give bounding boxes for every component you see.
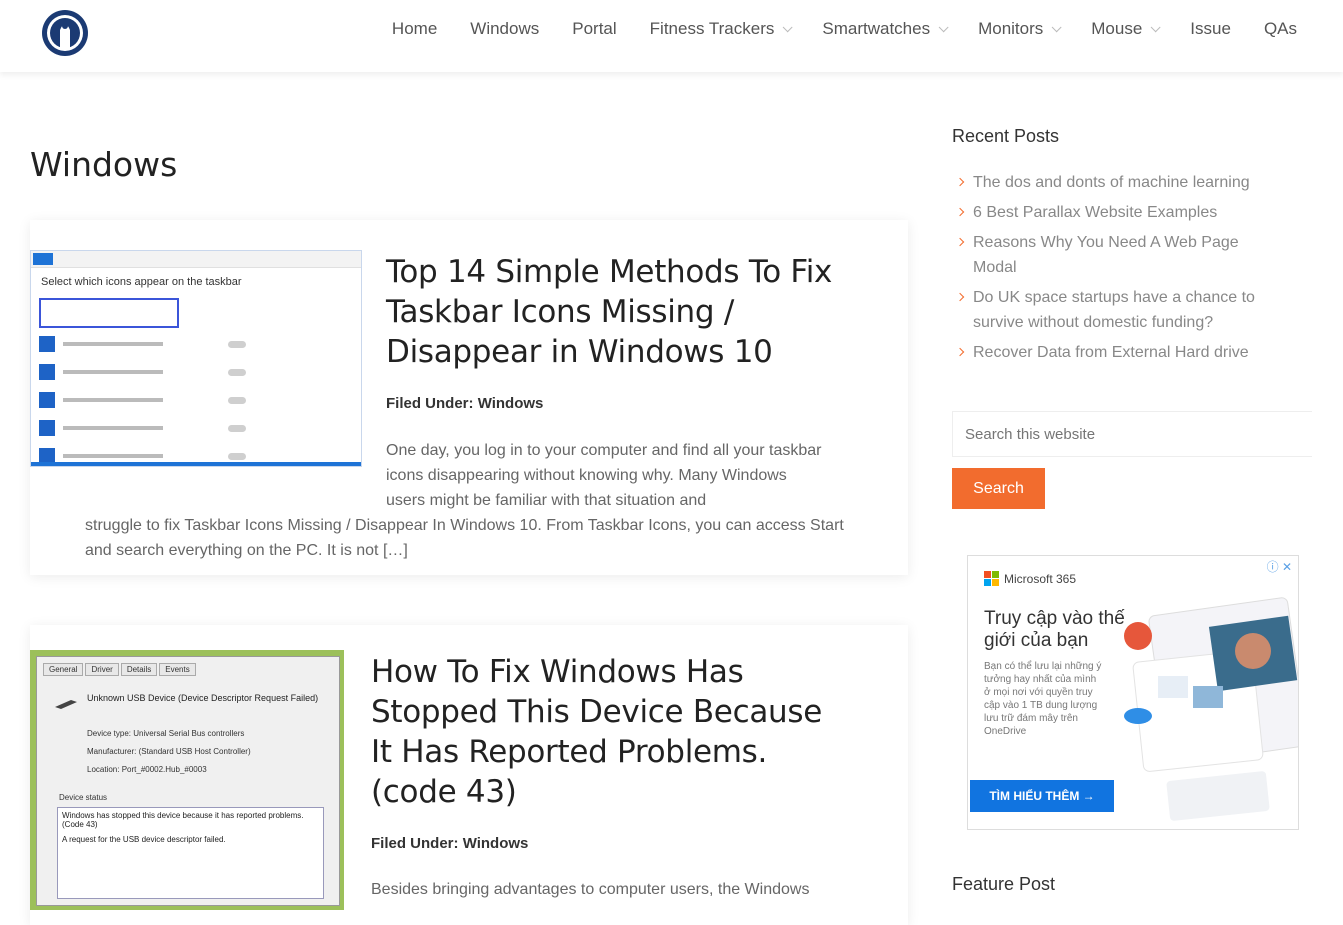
chevron-right-icon: [955, 237, 965, 247]
nav-smartwatches[interactable]: Smartwatches: [822, 16, 949, 42]
page-title: Windows: [30, 145, 178, 184]
nav-issue[interactable]: Issue: [1190, 16, 1231, 42]
toggle-icon: [228, 452, 246, 460]
toggle-icon: [228, 396, 246, 404]
filed-under-label: Filed Under:: [371, 835, 459, 852]
nav-home[interactable]: Home: [392, 16, 437, 42]
toggle-icon: [228, 424, 246, 432]
nav-qas[interactable]: QAs: [1264, 16, 1297, 42]
ad-cta-button[interactable]: TÌM HIỂU THÊM →: [970, 780, 1114, 812]
chevron-right-icon: [955, 207, 965, 217]
post-title[interactable]: How To Fix Windows Has Stopped This Devi…: [371, 652, 841, 812]
post-title[interactable]: Top 14 Simple Methods To Fix Taskbar Ico…: [386, 252, 856, 372]
post-meta: Filed Under: Windows: [386, 395, 543, 412]
nav-portal[interactable]: Portal: [572, 16, 616, 42]
highlight-box: [39, 298, 179, 328]
status-line: A request for the USB device descriptor …: [62, 835, 226, 844]
device-prop: Manufacturer: (Standard USB Host Control…: [87, 747, 251, 756]
recent-post-link[interactable]: Recover Data from External Hard drive: [955, 340, 1295, 365]
site-logo-icon[interactable]: [40, 8, 90, 58]
recent-post-link[interactable]: Do UK space startups have a chance to su…: [955, 285, 1293, 335]
nav-windows[interactable]: Windows: [470, 16, 539, 42]
settings-row: [39, 414, 361, 442]
text-line: [63, 370, 163, 374]
settings-row: [39, 330, 361, 358]
device-properties-dialog: General Driver Details Events Unknown US…: [36, 656, 340, 906]
chevron-right-icon: [955, 177, 965, 187]
dialog-tab: Events: [159, 663, 196, 676]
ad-body: Bạn có thể lưu lại những ý tưởng hay nhấ…: [984, 661, 1102, 737]
post-card: Select which icons appear on the taskbar…: [30, 220, 908, 575]
nav-mouse[interactable]: Mouse: [1091, 16, 1161, 42]
app-icon: [39, 336, 55, 352]
thumbnail-heading: Select which icons appear on the taskbar: [41, 276, 242, 288]
taskbar-strip: [31, 462, 361, 466]
app-icon: [39, 420, 55, 436]
chevron-down-icon: [938, 21, 949, 32]
toggle-icon: [228, 368, 246, 376]
status-line: Windows has stopped this device because …: [62, 811, 304, 829]
settings-row: [39, 386, 361, 414]
device-name: Unknown USB Device (Device Descriptor Re…: [87, 693, 319, 703]
dialog-tab: Driver: [85, 663, 119, 676]
settings-row: [39, 358, 361, 386]
chevron-down-icon: [1150, 21, 1161, 32]
post-excerpt: Besides bringing advantages to computer …: [371, 881, 810, 898]
post-card: General Driver Details Events Unknown US…: [30, 625, 908, 925]
window-titlebar: [31, 251, 361, 268]
post-thumbnail[interactable]: General Driver Details Events Unknown US…: [30, 650, 344, 910]
recent-post-link[interactable]: The dos and donts of machine learning: [955, 170, 1295, 195]
text-line: [63, 342, 163, 346]
nav-fitness-trackers[interactable]: Fitness Trackers: [650, 16, 793, 42]
ad-close-icon[interactable]: ⓘ ✕: [1267, 558, 1292, 575]
dialog-tabs: General Driver Details Events: [37, 657, 339, 676]
advertisement[interactable]: Microsoft 365 ⓘ ✕ Truy cập vào thế giới …: [967, 555, 1299, 830]
chevron-down-icon: [1051, 21, 1062, 32]
chevron-right-icon: [955, 347, 965, 357]
post-thumbnail[interactable]: Select which icons appear on the taskbar: [30, 250, 362, 467]
back-icon: [33, 253, 53, 265]
ad-brand: Microsoft 365: [984, 571, 1076, 586]
dialog-tab: Details: [120, 663, 158, 676]
category-link[interactable]: Windows: [478, 395, 544, 412]
device-status-label: Device status: [59, 793, 108, 802]
toggle-icon: [228, 340, 246, 348]
feature-post-heading: Feature Post: [952, 874, 1056, 894]
post-excerpt: One day, you log in to your computer and…: [386, 442, 822, 509]
site-header: Home Windows Portal Fitness Trackers Sma…: [0, 0, 1343, 72]
recent-post-link[interactable]: Reasons Why You Need A Web Page Modal: [955, 230, 1273, 280]
chevron-down-icon: [783, 21, 793, 32]
category-link[interactable]: Windows: [463, 835, 529, 852]
search-button[interactable]: Search: [952, 468, 1045, 509]
recent-posts-heading: Recent Posts: [952, 126, 1060, 146]
post-meta: Filed Under: Windows: [371, 835, 528, 852]
text-line: [63, 426, 163, 430]
recent-post-link[interactable]: 6 Best Parallax Website Examples: [955, 200, 1295, 225]
nav-monitors[interactable]: Monitors: [978, 16, 1062, 42]
filed-under-label: Filed Under:: [386, 395, 474, 412]
dialog-tab: General: [43, 663, 84, 676]
text-line: [63, 398, 163, 402]
device-status-box: Windows has stopped this device because …: [57, 807, 324, 899]
recent-posts-list: The dos and donts of machine learning 6 …: [955, 170, 1295, 370]
search-input[interactable]: [952, 411, 1312, 457]
device-prop: Device type: Universal Serial Bus contro…: [87, 729, 245, 738]
app-icon: [39, 392, 55, 408]
ad-illustration: [1124, 597, 1298, 821]
post-excerpt-continued: struggle to fix Taskbar Icons Missing / …: [85, 517, 844, 559]
main-nav: Home Windows Portal Fitness Trackers Sma…: [359, 16, 1297, 42]
chevron-right-icon: [955, 292, 965, 302]
text-line: [63, 454, 163, 458]
usb-device-icon: [55, 700, 77, 709]
device-prop: Location: Port_#0002.Hub_#0003: [87, 765, 207, 774]
microsoft-logo-icon: [984, 571, 999, 586]
app-icon: [39, 364, 55, 380]
